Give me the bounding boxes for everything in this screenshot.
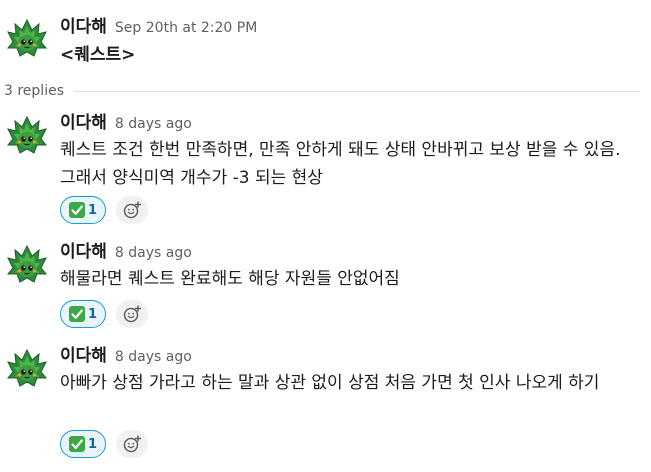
white-check-mark-icon [68, 306, 85, 322]
reaction-check[interactable]: 1 [60, 196, 106, 224]
divider-line [74, 90, 640, 92]
white-check-mark-icon [68, 202, 85, 218]
message-header: 이다해 8 days ago [60, 346, 192, 367]
add-reaction-icon [123, 201, 141, 219]
message-text: 아빠가 상점 가라고 하는 말과 상관 없이 상점 처음 가면 첫 인사 나오게… [60, 373, 600, 393]
green-leaf-creature-avatar-icon [7, 349, 47, 387]
message-text: 해물라면 퀘스트 완료해도 해당 자원들 안없어짐 [60, 269, 400, 289]
message-header: 이다해 Sep 20th at 2:20 PM [60, 17, 257, 38]
green-leaf-creature-avatar-icon [7, 245, 47, 283]
message-text: <퀘스트> [60, 45, 136, 65]
avatar[interactable] [6, 348, 48, 390]
add-reaction-icon [123, 435, 141, 453]
reactions-bar: 1 [60, 196, 148, 224]
author-name[interactable]: 이다해 [60, 17, 107, 37]
green-leaf-creature-avatar-icon [7, 116, 47, 154]
reaction-check[interactable]: 1 [60, 430, 106, 458]
message-header: 이다해 8 days ago [60, 242, 192, 263]
add-reaction-button[interactable] [116, 300, 148, 328]
reactions-bar: 1 [60, 300, 148, 328]
add-reaction-icon [123, 305, 141, 323]
add-reaction-button[interactable] [116, 196, 148, 224]
replies-count: 3 replies [4, 83, 64, 99]
message-header: 이다해 8 days ago [60, 113, 192, 134]
timestamp[interactable]: 8 days ago [115, 116, 192, 132]
avatar[interactable] [6, 115, 48, 157]
timestamp[interactable]: 8 days ago [115, 349, 192, 365]
reaction-count: 1 [87, 306, 98, 322]
author-name[interactable]: 이다해 [60, 346, 107, 366]
reaction-check[interactable]: 1 [60, 300, 106, 328]
author-name[interactable]: 이다해 [60, 242, 107, 262]
timestamp[interactable]: Sep 20th at 2:20 PM [115, 20, 257, 36]
author-name[interactable]: 이다해 [60, 113, 107, 133]
add-reaction-button[interactable] [116, 430, 148, 458]
timestamp[interactable]: 8 days ago [115, 245, 192, 261]
white-check-mark-icon [68, 436, 85, 452]
avatar[interactable] [6, 244, 48, 286]
avatar[interactable] [6, 18, 48, 60]
reactions-bar: 1 [60, 430, 148, 458]
message-text: 퀘스트 조건 한번 만족하면, 만족 안하게 돼도 상태 안바뀌고 보상 받을 … [60, 140, 621, 188]
green-leaf-creature-avatar-icon [7, 19, 47, 57]
reaction-count: 1 [87, 202, 98, 218]
replies-divider: 3 replies [4, 81, 640, 101]
reaction-count: 1 [87, 436, 98, 452]
